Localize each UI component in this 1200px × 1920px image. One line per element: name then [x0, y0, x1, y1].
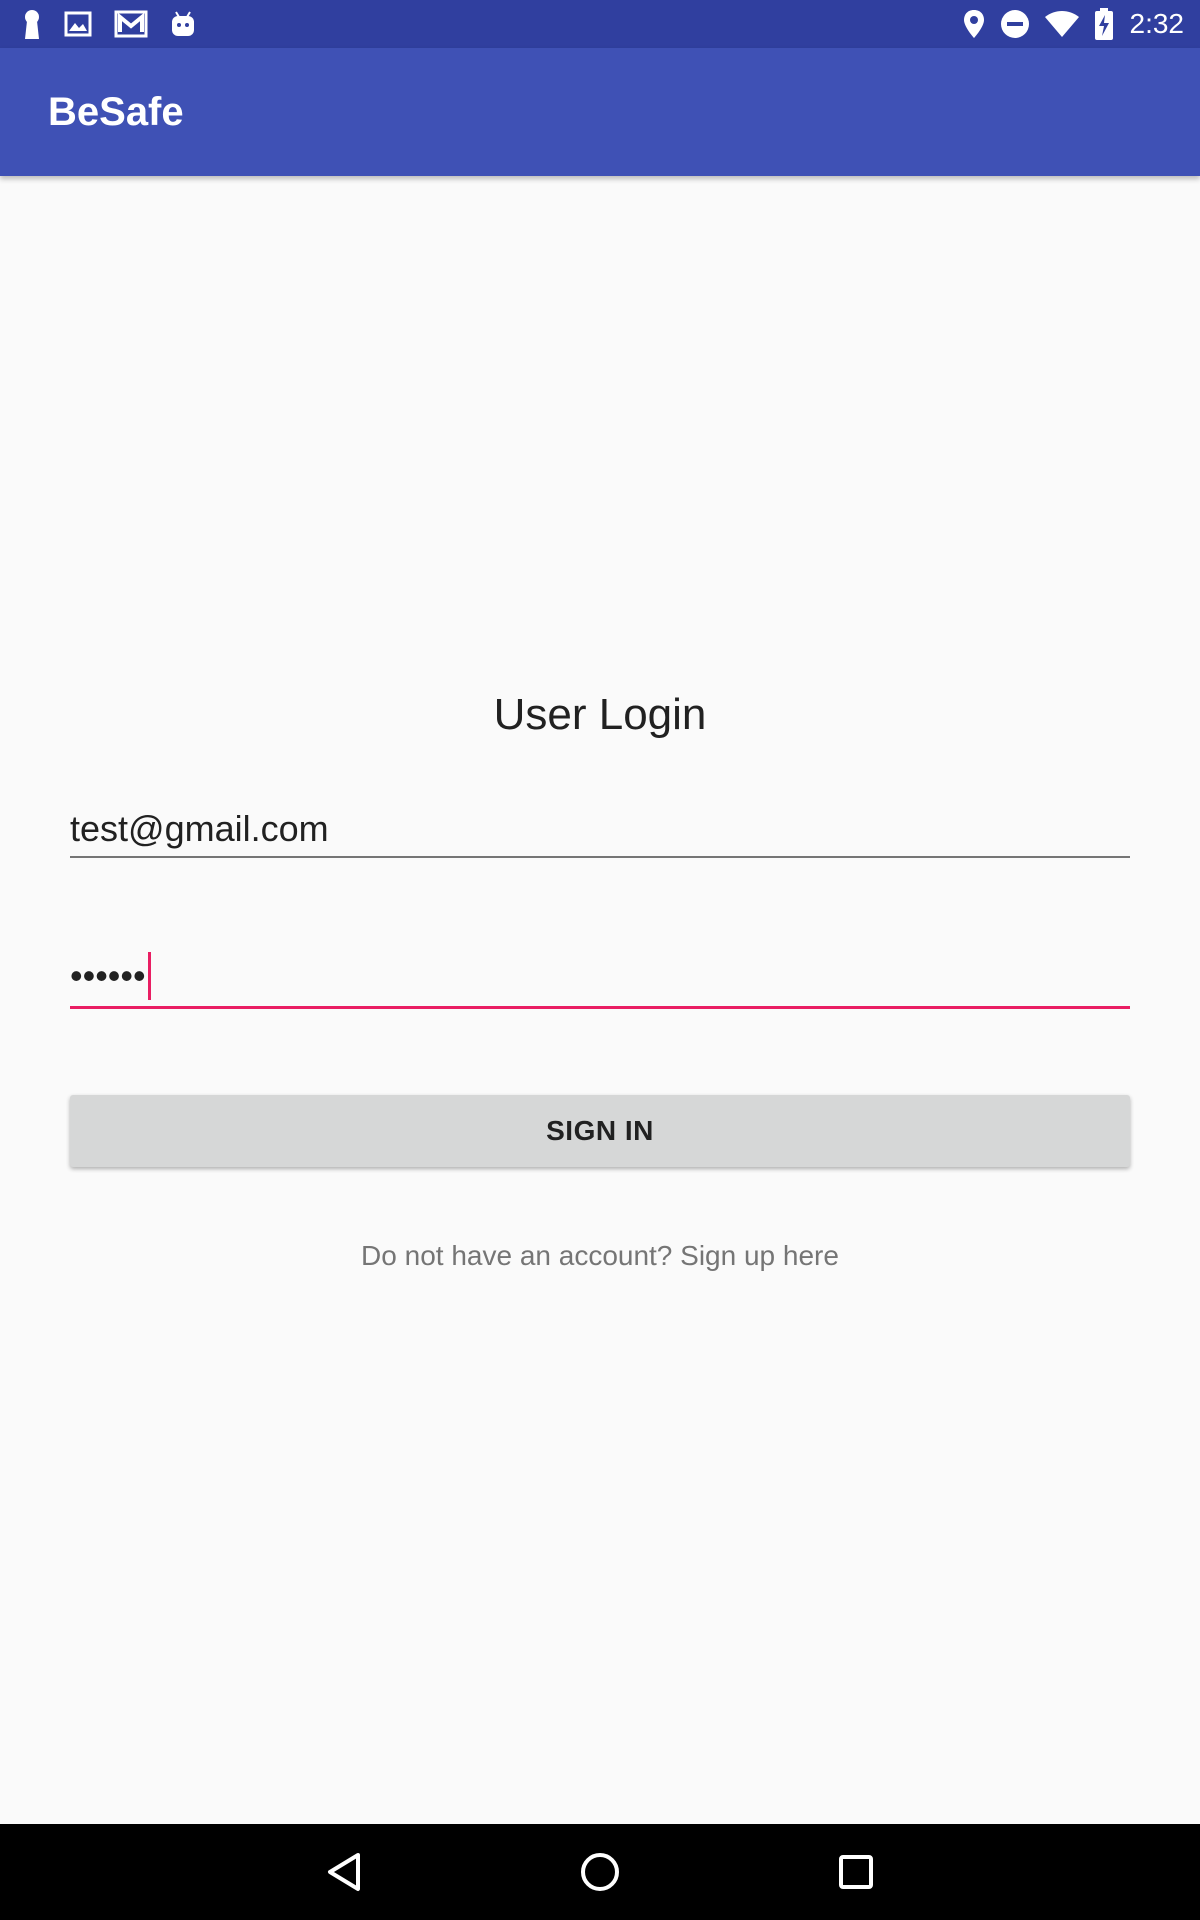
app-bar: BeSafe	[0, 48, 1200, 176]
notification-icons	[22, 8, 196, 40]
email-value: test@gmail.com	[70, 808, 329, 849]
recents-button[interactable]	[826, 1842, 886, 1902]
password-field[interactable]: ••••••	[70, 948, 1130, 1009]
back-icon	[328, 1853, 360, 1891]
status-bar: 2:32	[0, 0, 1200, 48]
status-time: 2:32	[1129, 8, 1185, 39]
app-title: BeSafe	[48, 90, 184, 134]
recents-icon	[839, 1855, 873, 1889]
gmail-icon	[114, 10, 148, 38]
text-cursor	[147, 952, 151, 1000]
email-field[interactable]: test@gmail.com	[70, 800, 1130, 858]
keyhole-icon	[25, 10, 39, 39]
android-icon	[172, 11, 194, 36]
sign-up-link[interactable]: Do not have an account? Sign up here	[0, 1240, 1200, 1272]
password-value: ••••••	[70, 955, 146, 996]
location-icon	[963, 10, 984, 38]
home-button[interactable]	[570, 1842, 630, 1902]
back-button[interactable]	[314, 1842, 374, 1902]
password-value-wrapper: ••••••	[70, 952, 151, 1000]
page-title: User Login	[493, 690, 707, 739]
do-not-disturb-icon	[1000, 10, 1029, 38]
system-icons: 2:32	[962, 0, 1185, 48]
navigation-bar	[0, 1824, 1200, 1920]
wifi-icon	[1044, 11, 1079, 37]
battery-charging-icon	[1094, 8, 1113, 40]
sign-in-button[interactable]: SIGN IN	[70, 1095, 1130, 1167]
image-icon	[64, 11, 92, 37]
home-icon	[581, 1853, 619, 1891]
